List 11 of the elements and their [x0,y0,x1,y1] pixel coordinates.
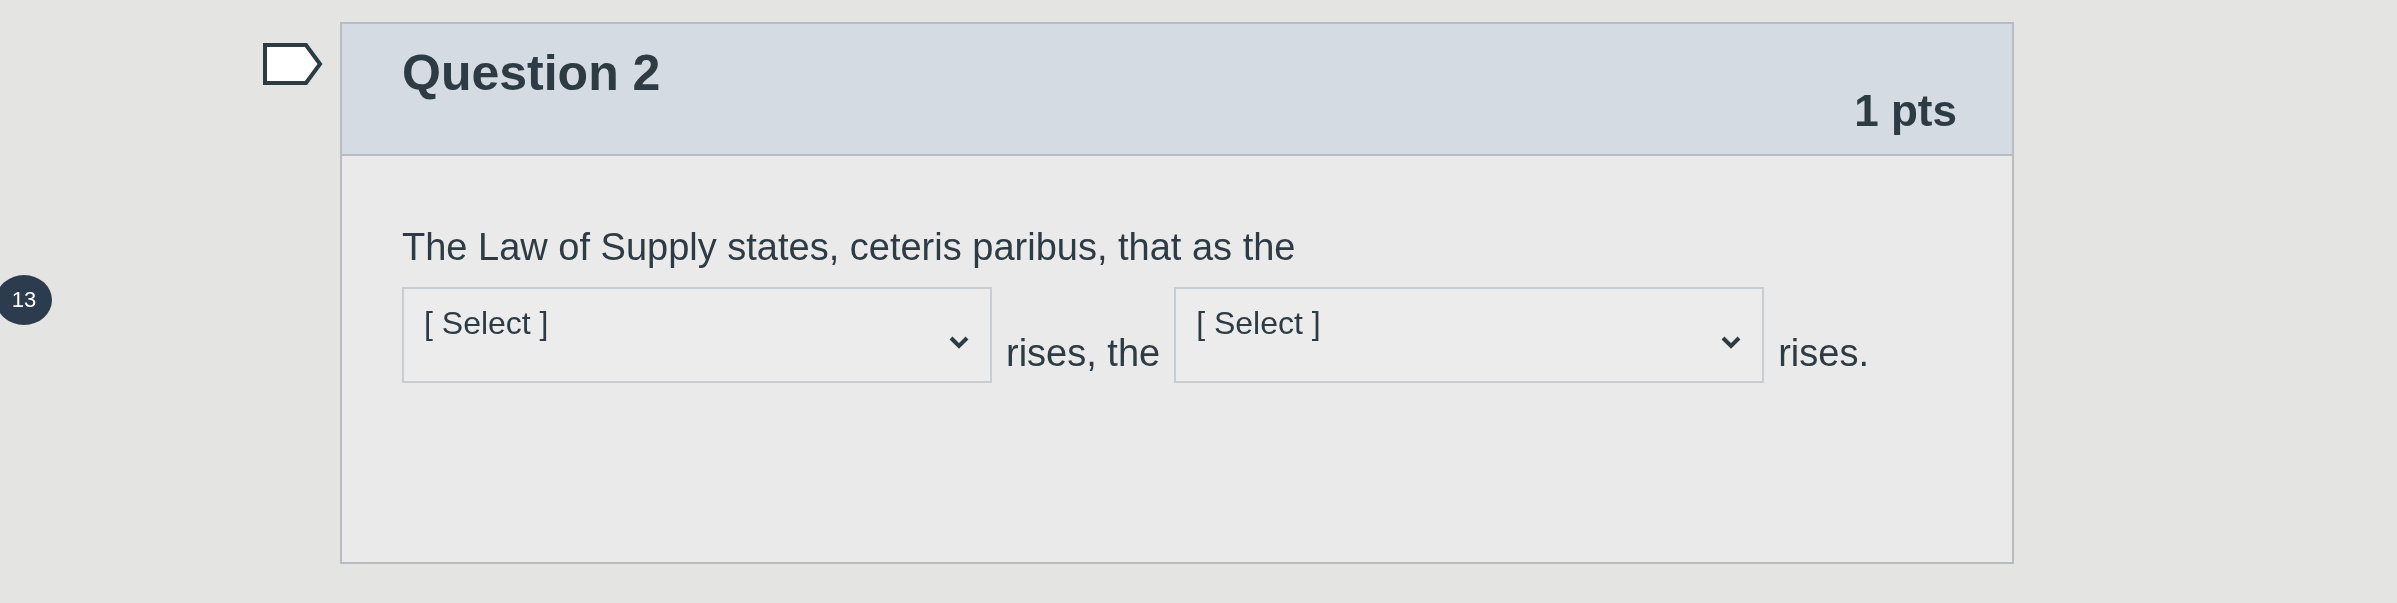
sentence-text: rises, the [1006,332,1161,376]
question-title: Question 2 [402,44,661,102]
points-label: 1 pts [1854,86,1957,136]
select-dropdown[interactable]: [ Select ] [402,287,992,383]
sentence-text: rises. [1778,332,1869,376]
chevron-down-icon [1720,335,1743,349]
select-dropdown[interactable]: [ Select ] [1174,287,1765,383]
chevron-down-icon [948,335,970,349]
flag-icon[interactable] [262,42,324,86]
question-number-badge[interactable]: 13 [0,275,52,325]
question-prompt: The Law of Supply states, ceteris paribus, that as the [402,226,1297,269]
